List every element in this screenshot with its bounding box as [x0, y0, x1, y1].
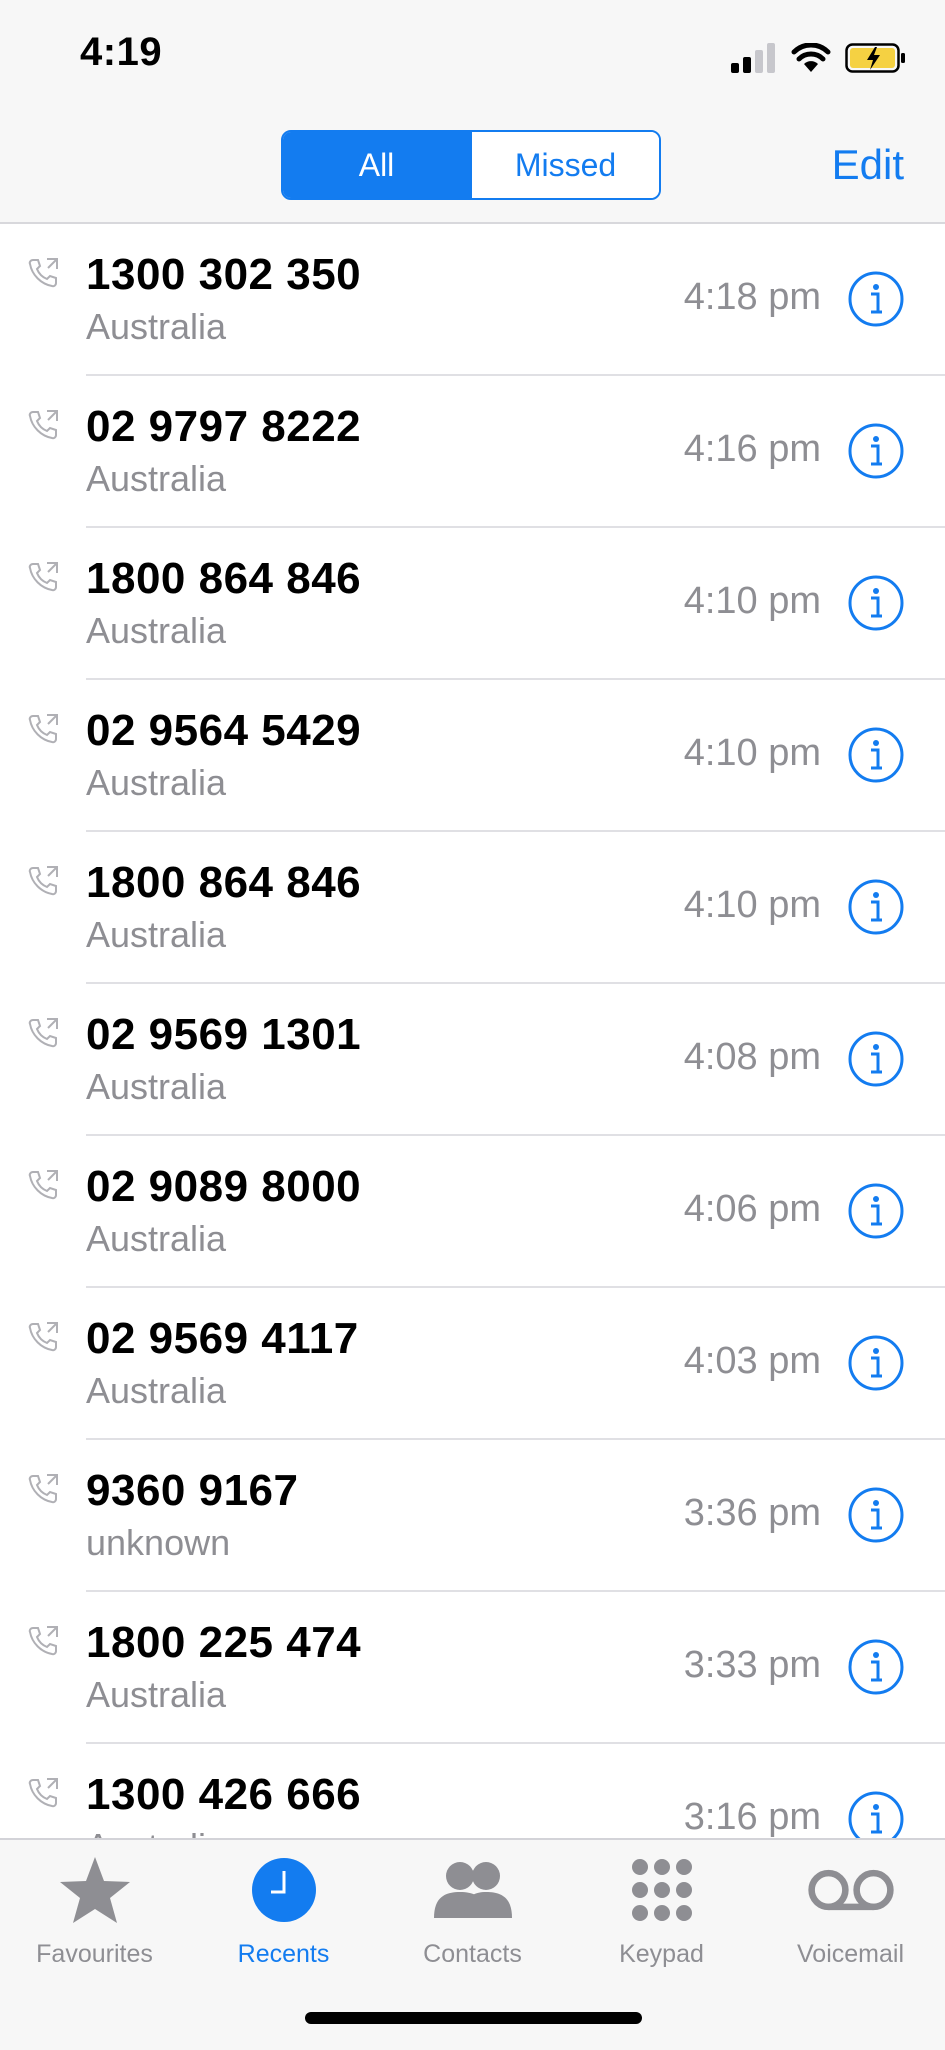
call-row[interactable]: 02 9089 8000 Australia 4:06 pm: [0, 1136, 945, 1288]
call-number: 1800 864 846: [86, 554, 362, 603]
call-row[interactable]: 02 9797 8222 Australia 4:16 pm: [0, 376, 945, 528]
outgoing-call-icon: [28, 1018, 58, 1048]
call-region: Australia: [86, 1370, 227, 1411]
call-region: Australia: [86, 610, 227, 651]
call-number: 1800 225 474: [86, 1618, 362, 1667]
info-icon[interactable]: [848, 1639, 904, 1695]
tab-label: Voicemail: [797, 1940, 904, 1968]
tab-bar: Favourites Recents Contacts Keypad Voice…: [0, 1838, 945, 2050]
call-row[interactable]: 1300 302 350 Australia 4:18 pm: [0, 224, 945, 376]
call-time: 3:33 pm: [683, 1644, 821, 1686]
info-icon[interactable]: [848, 575, 904, 631]
call-number: 1800 864 846: [86, 858, 362, 907]
call-region: unknown: [86, 1522, 231, 1563]
call-time: 4:03 pm: [683, 1340, 821, 1382]
status-time: 4:19: [80, 30, 163, 74]
contacts-icon: [433, 1862, 512, 1918]
call-time: 3:36 pm: [683, 1492, 821, 1534]
call-number: 1300 302 350: [86, 250, 362, 299]
call-number: 1300 426 666: [86, 1770, 362, 1819]
outgoing-call-icon: [28, 714, 58, 744]
cellular-signal-icon: [731, 43, 775, 73]
info-icon[interactable]: [848, 1335, 904, 1391]
tab-label: Keypad: [619, 1940, 704, 1968]
tab-keypad[interactable]: Keypad: [567, 1850, 756, 1969]
tab-label: Contacts: [423, 1940, 522, 1968]
outgoing-call-icon: [28, 1474, 58, 1504]
call-number: 9360 9167: [86, 1466, 299, 1515]
call-row[interactable]: 02 9569 4117 Australia 4:03 pm: [0, 1288, 945, 1440]
outgoing-call-icon: [28, 258, 58, 288]
call-row[interactable]: 9360 9167 unknown 3:36 pm: [0, 1440, 945, 1592]
star-icon: [59, 1857, 130, 1923]
call-number: 02 9564 5429: [86, 706, 362, 755]
voicemail-icon: [807, 1869, 894, 1911]
call-time: 4:08 pm: [683, 1036, 821, 1078]
info-icon[interactable]: [848, 423, 904, 479]
call-time: 4:16 pm: [683, 428, 821, 470]
call-number: 02 9569 4117: [86, 1314, 359, 1363]
call-number: 02 9089 8000: [86, 1162, 362, 1211]
call-time: 4:06 pm: [683, 1188, 821, 1230]
outgoing-call-icon: [28, 1170, 58, 1200]
info-icon[interactable]: [848, 1487, 904, 1543]
status-bar: 4:19: [0, 0, 945, 115]
outgoing-call-icon: [28, 562, 58, 592]
call-region: Australia: [86, 458, 227, 499]
call-region: Australia: [86, 914, 227, 955]
call-number: 02 9797 8222: [86, 402, 362, 451]
tab-favourites[interactable]: Favourites: [0, 1850, 189, 1969]
segment-all[interactable]: All: [283, 132, 470, 198]
call-row[interactable]: 02 9569 1301 Australia 4:08 pm: [0, 984, 945, 1136]
outgoing-call-icon: [28, 1322, 58, 1352]
call-region: Australia: [86, 1066, 227, 1107]
tab-label: Favourites: [36, 1940, 153, 1968]
nav-bar: All Missed Edit: [0, 115, 945, 224]
call-time: 4:10 pm: [683, 732, 821, 774]
info-icon[interactable]: [848, 1791, 904, 1839]
call-row[interactable]: 1800 225 474 Australia 3:33 pm: [0, 1592, 945, 1744]
call-time: 4:10 pm: [683, 884, 821, 926]
call-row[interactable]: 1800 864 846 Australia 4:10 pm: [0, 832, 945, 984]
clock-icon: [251, 1858, 316, 1922]
call-region: Australia: [86, 1218, 227, 1259]
battery-charging-icon: [845, 43, 905, 73]
edit-button[interactable]: Edit: [832, 141, 904, 189]
info-icon[interactable]: [848, 727, 904, 783]
keypad-icon: [631, 1859, 692, 1921]
call-number: 02 9569 1301: [86, 1010, 362, 1059]
segment-missed[interactable]: Missed: [470, 132, 659, 198]
home-indicator[interactable]: [305, 2012, 642, 2024]
tab-recents[interactable]: Recents: [189, 1850, 378, 1969]
info-icon[interactable]: [848, 1183, 904, 1239]
tab-voicemail[interactable]: Voicemail: [756, 1850, 945, 1969]
tab-contacts[interactable]: Contacts: [378, 1850, 567, 1969]
call-region: Australia: [86, 762, 227, 803]
info-icon[interactable]: [848, 1031, 904, 1087]
call-row[interactable]: 1800 864 846 Australia 4:10 pm: [0, 528, 945, 680]
outgoing-call-icon: [28, 410, 58, 440]
call-time: 3:16 pm: [683, 1796, 821, 1838]
wifi-icon: [791, 43, 831, 72]
status-icons: [731, 40, 907, 76]
outgoing-call-icon: [28, 1626, 58, 1656]
filter-segmented-control: All Missed: [281, 130, 661, 200]
recents-list[interactable]: 1300 302 350 Australia 4:18 pm 02 9797 8…: [0, 224, 945, 1839]
tab-label: Recents: [237, 1940, 330, 1968]
call-region: Australia: [86, 306, 227, 347]
call-row[interactable]: 02 9564 5429 Australia 4:10 pm: [0, 680, 945, 832]
outgoing-call-icon: [28, 1778, 58, 1808]
call-time: 4:18 pm: [683, 276, 821, 318]
call-row[interactable]: 1300 426 666 Australia 3:16 pm: [0, 1744, 945, 1839]
call-region: Australia: [86, 1674, 227, 1715]
info-icon[interactable]: [848, 879, 904, 935]
call-time: 4:10 pm: [683, 580, 821, 622]
info-icon[interactable]: [848, 271, 904, 327]
outgoing-call-icon: [28, 866, 58, 896]
